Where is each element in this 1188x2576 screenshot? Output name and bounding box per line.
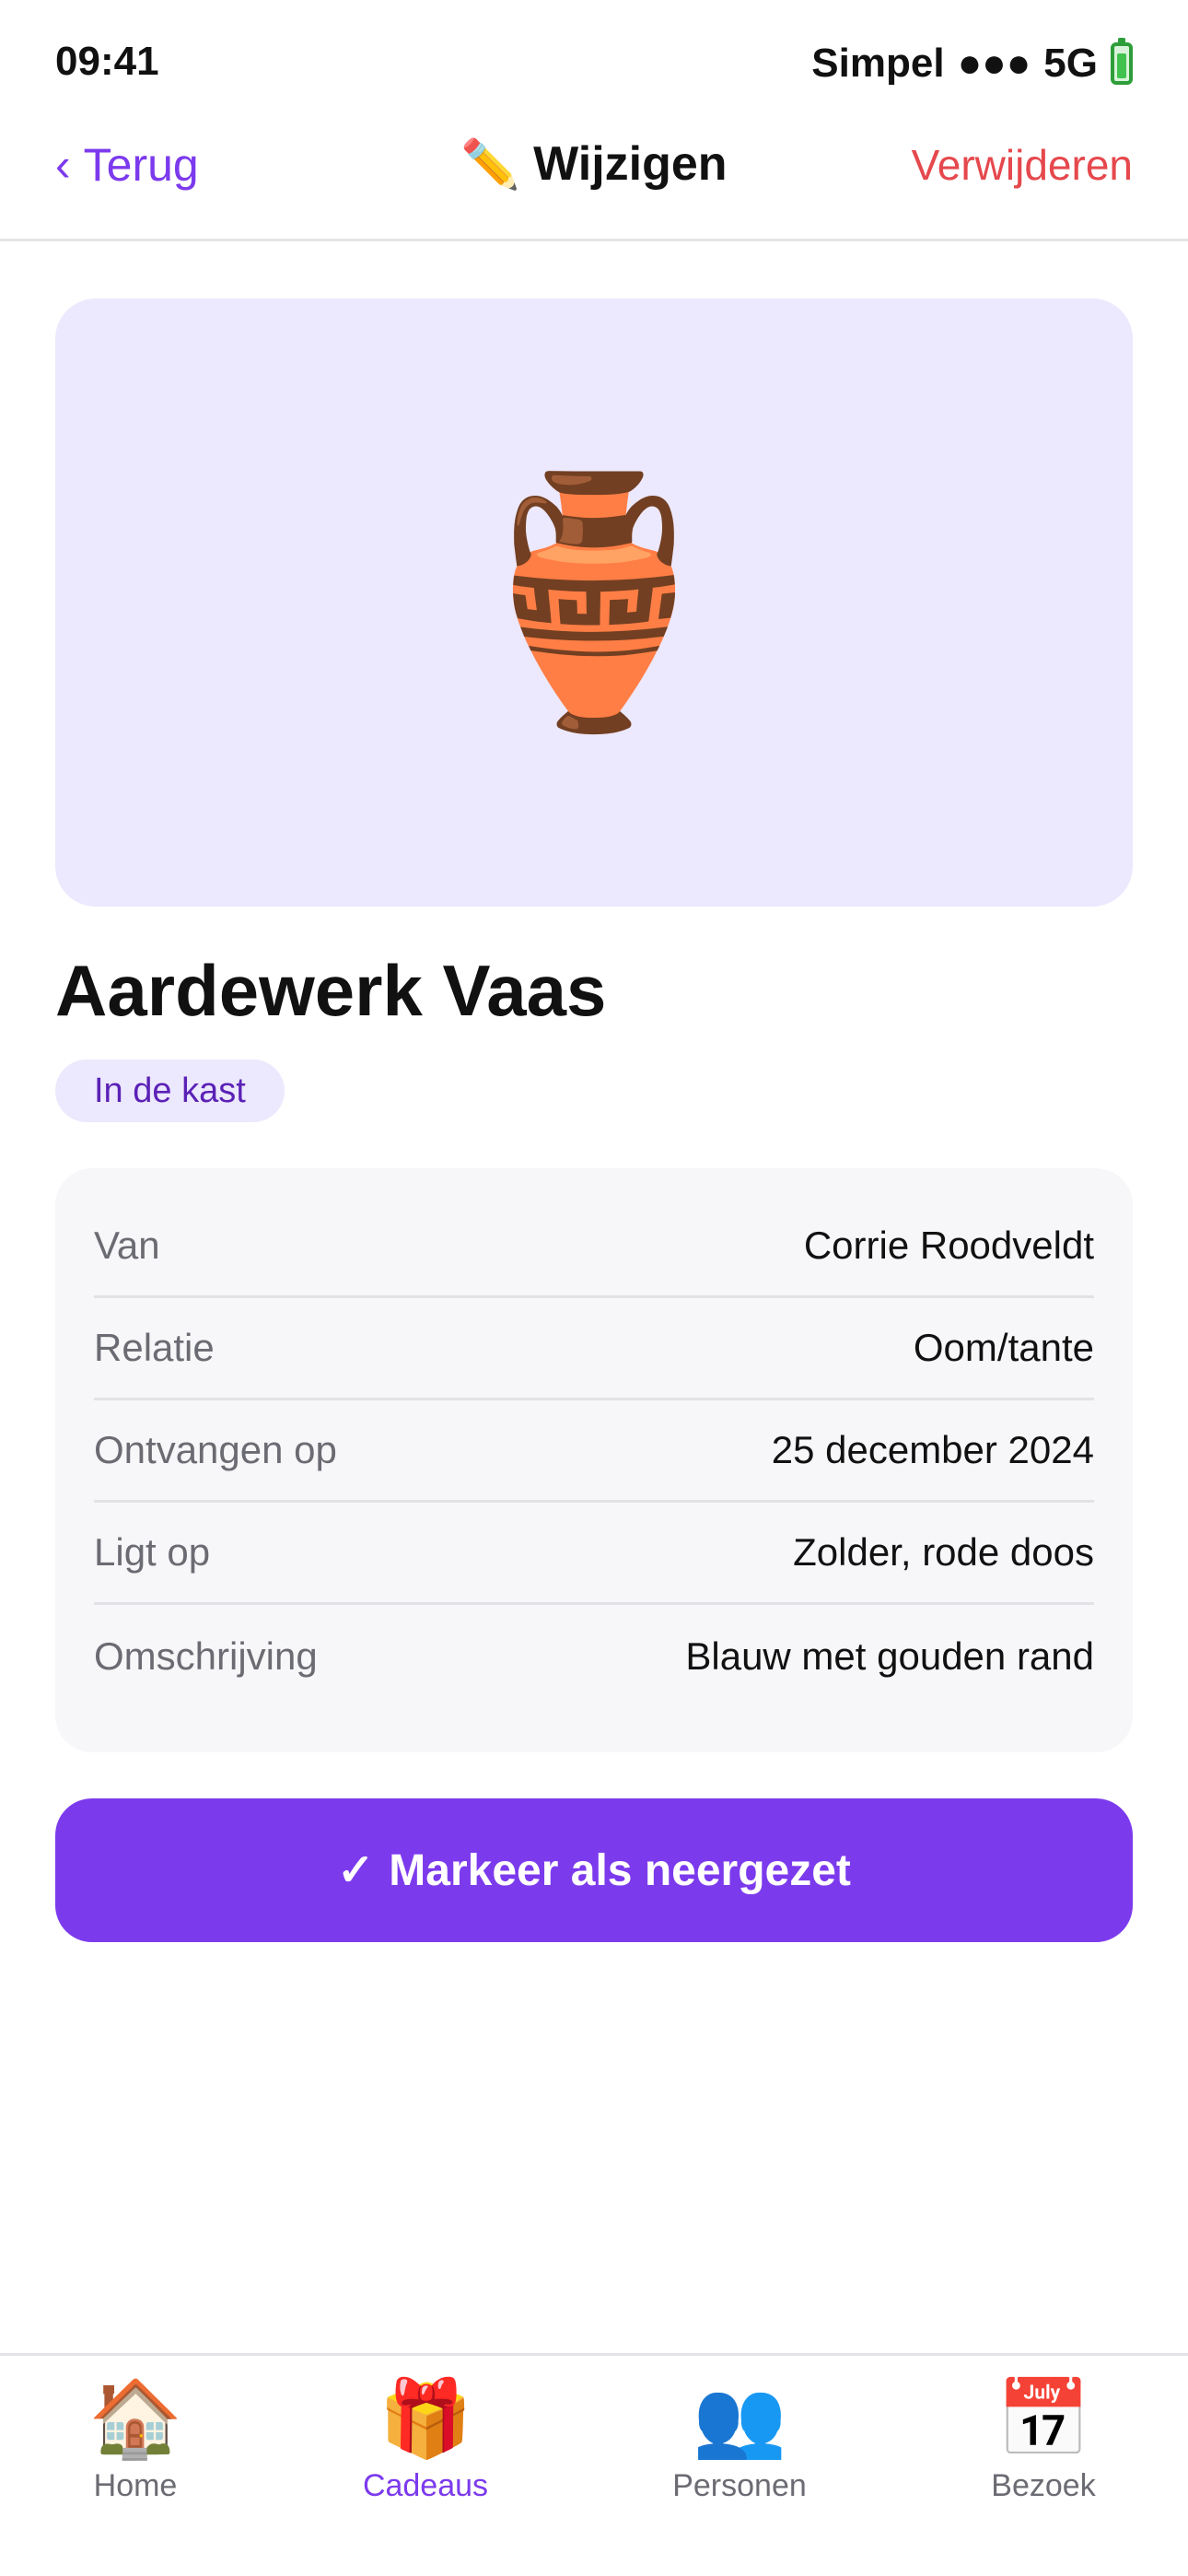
battery-icon	[1111, 38, 1133, 85]
detail-row-ontvangen-op: Ontvangen op 25 december 2024	[94, 1400, 1094, 1503]
tab-label: Personen	[672, 2468, 807, 2503]
gift-image-card: 🏺	[55, 299, 1133, 907]
network-type: 5G	[1043, 41, 1098, 86]
delete-button[interactable]: Verwijderen	[912, 140, 1133, 190]
details-card: Van Corrie Roodveldt Relatie Oom/tante O…	[55, 1168, 1133, 1752]
status-bar: 09:41 Simpel ●●● 5G	[0, 0, 1188, 120]
detail-label: Omschrijving	[94, 1633, 318, 1678]
tab-personen[interactable]: 👥 Personen	[629, 2382, 850, 2504]
tab-label: Home	[93, 2468, 178, 2503]
detail-row-ligt-op: Ligt op Zolder, rode doos	[94, 1503, 1094, 1605]
home-icon: 🏠	[87, 2377, 183, 2461]
tab-label: Bezoek	[991, 2468, 1096, 2503]
detail-row-relatie: Relatie Oom/tante	[94, 1298, 1094, 1400]
tab-label: Cadeaus	[362, 2468, 489, 2503]
mark-as-placed-label: Markeer als neergezet	[389, 1845, 851, 1895]
status-time: 09:41	[55, 39, 159, 84]
detail-label: Relatie	[94, 1326, 215, 1369]
gift-title: Aardewerk Vaas	[55, 950, 607, 1031]
detail-value: Corrie Roodveldt	[803, 1224, 1094, 1267]
tab-cadeaus[interactable]: 🎁 Cadeaus	[315, 2382, 536, 2504]
vase-icon: 🏺	[445, 469, 743, 736]
status-indicators: Simpel ●●● 5G	[811, 38, 1133, 87]
calendar-icon: 📅	[996, 2377, 1091, 2461]
signal-icon: ●●●	[957, 41, 1031, 86]
carrier-name: Simpel	[811, 41, 945, 86]
pencil-icon: ✏️	[460, 138, 521, 192]
detail-value: 25 december 2024	[771, 1428, 1094, 1471]
status-badge: In de kast	[55, 1060, 285, 1122]
detail-value: Zolder, rode doos	[793, 1530, 1094, 1574]
people-icon: 👥	[692, 2377, 787, 2461]
page-title-text: Wijzigen	[533, 137, 728, 191]
detail-row-omschrijving: Omschrijving Blauw met gouden rand	[94, 1605, 1094, 1707]
detail-value: Oom/tante	[913, 1326, 1094, 1369]
mark-as-placed-button[interactable]: ✓ Markeer als neergezet	[55, 1798, 1133, 1942]
checkmark-icon: ✓	[337, 1846, 375, 1895]
detail-label: Ontvangen op	[94, 1428, 337, 1471]
detail-row-van: Van Corrie Roodveldt	[94, 1196, 1094, 1298]
detail-value: Blauw met gouden rand	[685, 1633, 1094, 1678]
tab-bezoek[interactable]: 📅 Bezoek	[933, 2382, 1154, 2504]
tab-bar: 🏠 Home 🎁 Cadeaus 👥 Personen 📅 Bezoek	[0, 2353, 1188, 2576]
detail-label: Ligt op	[94, 1530, 211, 1574]
gift-icon: 🎁	[378, 2377, 473, 2461]
navigation-bar: ‹ Terug ✏️ Wijzigen Verwijderen	[0, 120, 1188, 241]
tab-home[interactable]: 🏠 Home	[25, 2382, 246, 2504]
detail-label: Van	[94, 1224, 160, 1267]
